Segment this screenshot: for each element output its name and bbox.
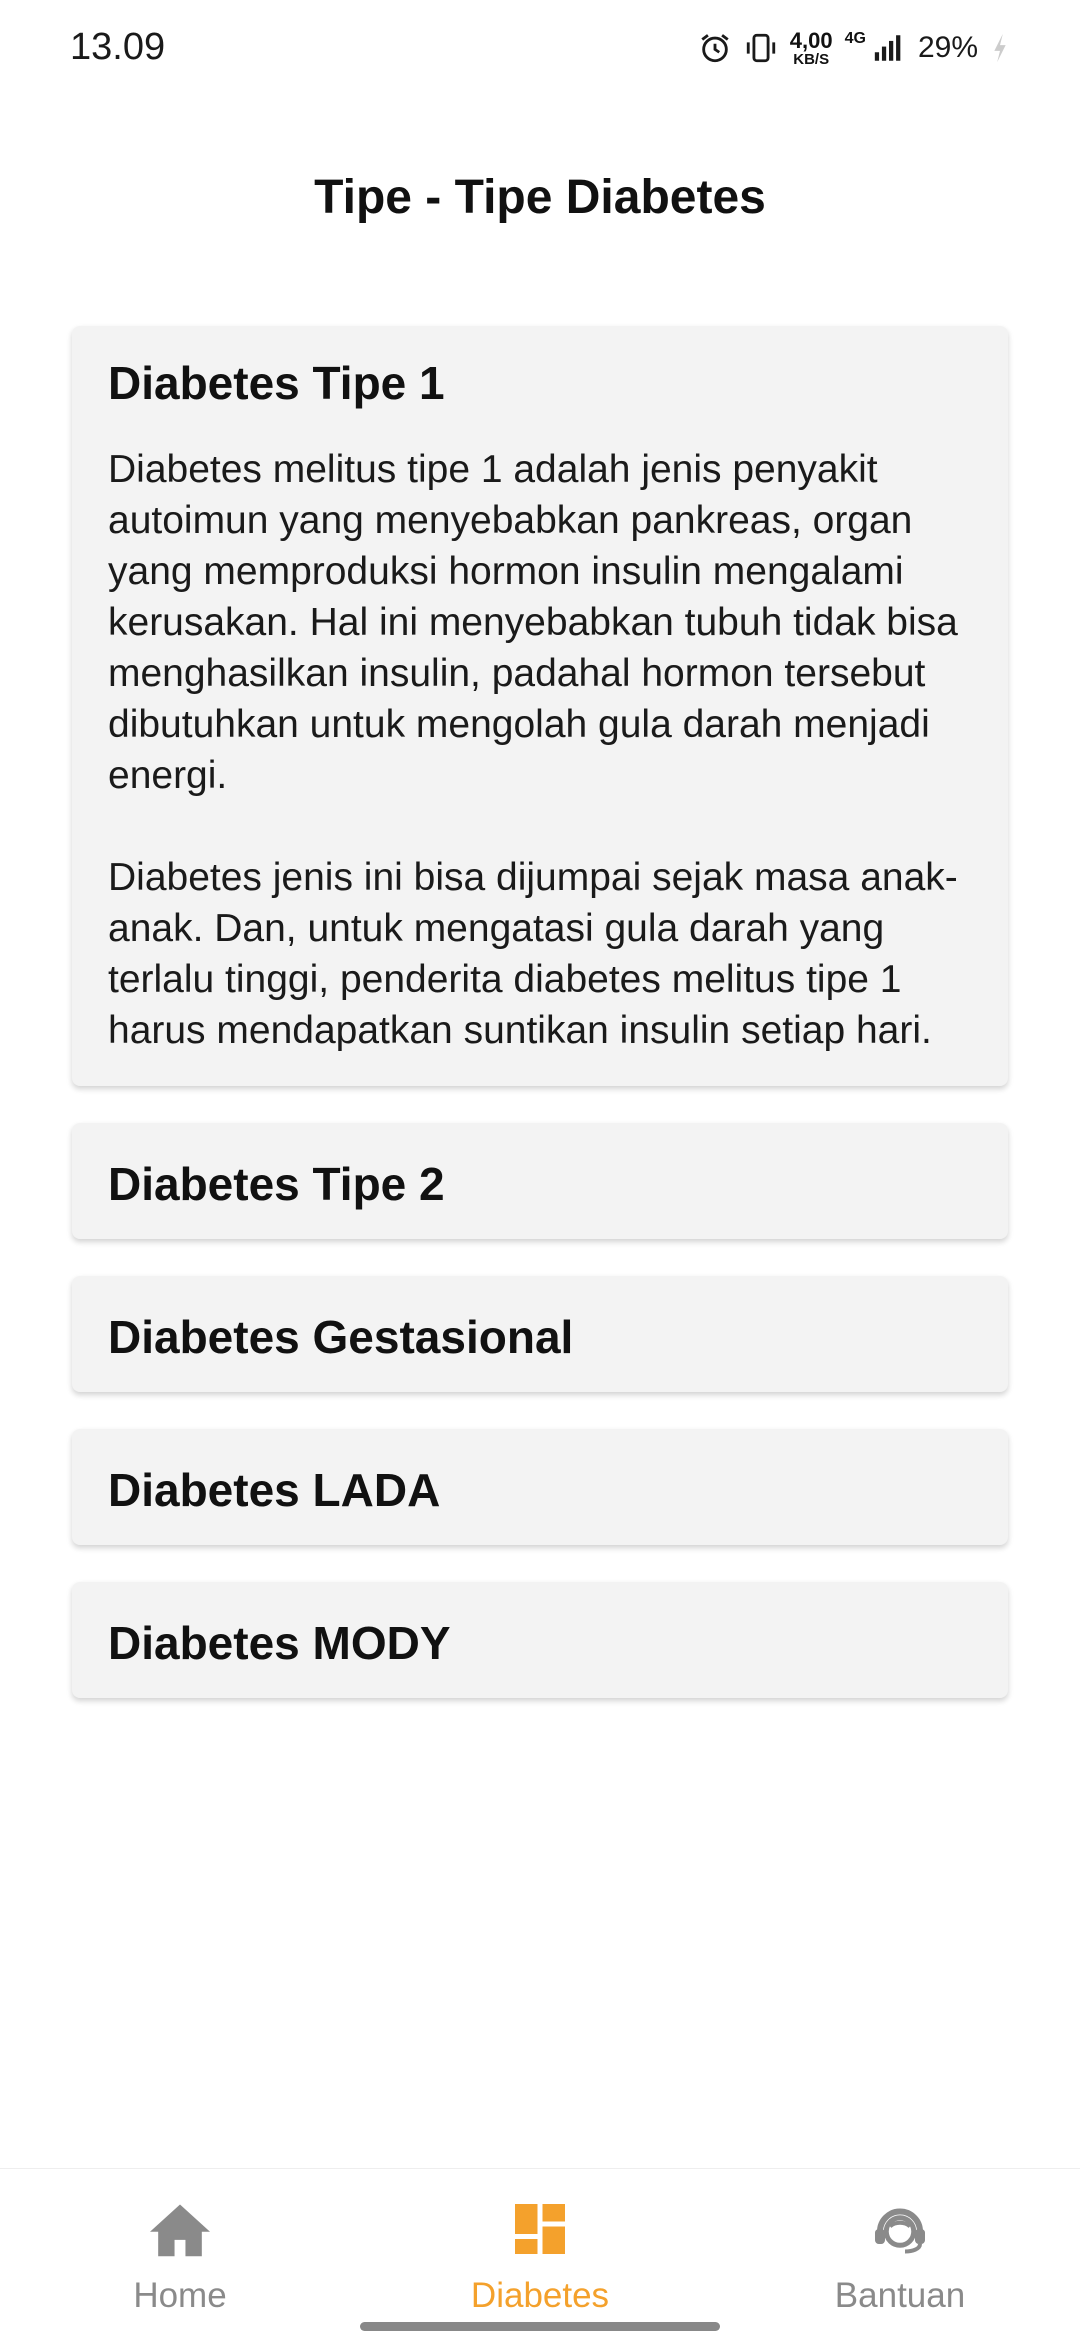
network-type: 4G (844, 30, 866, 47)
status-time: 13.09 (70, 26, 166, 68)
battery-percent: 29% (917, 31, 978, 64)
status-icons: 4,00 KB/S 4G 29% (698, 24, 1010, 72)
speed-value: 4,00 (789, 27, 833, 53)
dashboard-icon (510, 2199, 570, 2264)
card-diabetes-mody[interactable]: Diabetes MODY (72, 1582, 1008, 1698)
nav-home-label: Home (133, 2276, 227, 2315)
network-speed: 4,00 KB/S (789, 27, 833, 68)
vibrate-icon (744, 31, 778, 65)
card-title[interactable]: Diabetes Tipe 2 (72, 1123, 1008, 1239)
diabetes-type-list: Diabetes Tipe 1 Diabetes melitus tipe 1 … (72, 326, 1008, 1735)
gesture-bar[interactable] (360, 2322, 720, 2331)
nav-bantuan-label: Bantuan (834, 2276, 966, 2315)
home-icon (147, 2199, 213, 2264)
status-bar: 13.09 4,00 KB/S 4G 29% (0, 0, 1080, 96)
page-title: Tipe - Tipe Diabetes (314, 171, 766, 224)
nav-home[interactable]: Home (30, 2199, 330, 2316)
card-diabetes-tipe-2[interactable]: Diabetes Tipe 2 (72, 1123, 1008, 1239)
battery-charging-icon (990, 31, 1010, 65)
signal-icon (872, 31, 906, 65)
card-title[interactable]: Diabetes LADA (72, 1429, 1008, 1545)
alarm-icon (698, 31, 732, 65)
card-diabetes-gestasional[interactable]: Diabetes Gestasional (72, 1276, 1008, 1392)
bottom-navigation: Home Diabetes Bantuan (0, 2168, 1080, 2341)
card-title[interactable]: Diabetes MODY (72, 1582, 1008, 1698)
speed-unit: KB/S (793, 50, 830, 68)
card-diabetes-lada[interactable]: Diabetes LADA (72, 1429, 1008, 1545)
card-title[interactable]: Diabetes Gestasional (72, 1276, 1008, 1392)
card-paragraph: Diabetes melitus tipe 1 adalah jenis pen… (108, 448, 958, 797)
card-paragraph: Diabetes jenis ini bisa dijumpai sejak m… (108, 856, 958, 1052)
card-diabetes-tipe-1[interactable]: Diabetes Tipe 1 Diabetes melitus tipe 1 … (72, 326, 1008, 1086)
nav-diabetes-label: Diabetes (470, 2276, 610, 2315)
card-title[interactable]: Diabetes Tipe 1 (72, 326, 1008, 410)
support-agent-icon (868, 2199, 932, 2264)
card-content: Diabetes melitus tipe 1 adalah jenis pen… (72, 410, 1008, 1086)
nav-bantuan[interactable]: Bantuan (750, 2199, 1050, 2316)
nav-diabetes[interactable]: Diabetes (390, 2199, 690, 2316)
